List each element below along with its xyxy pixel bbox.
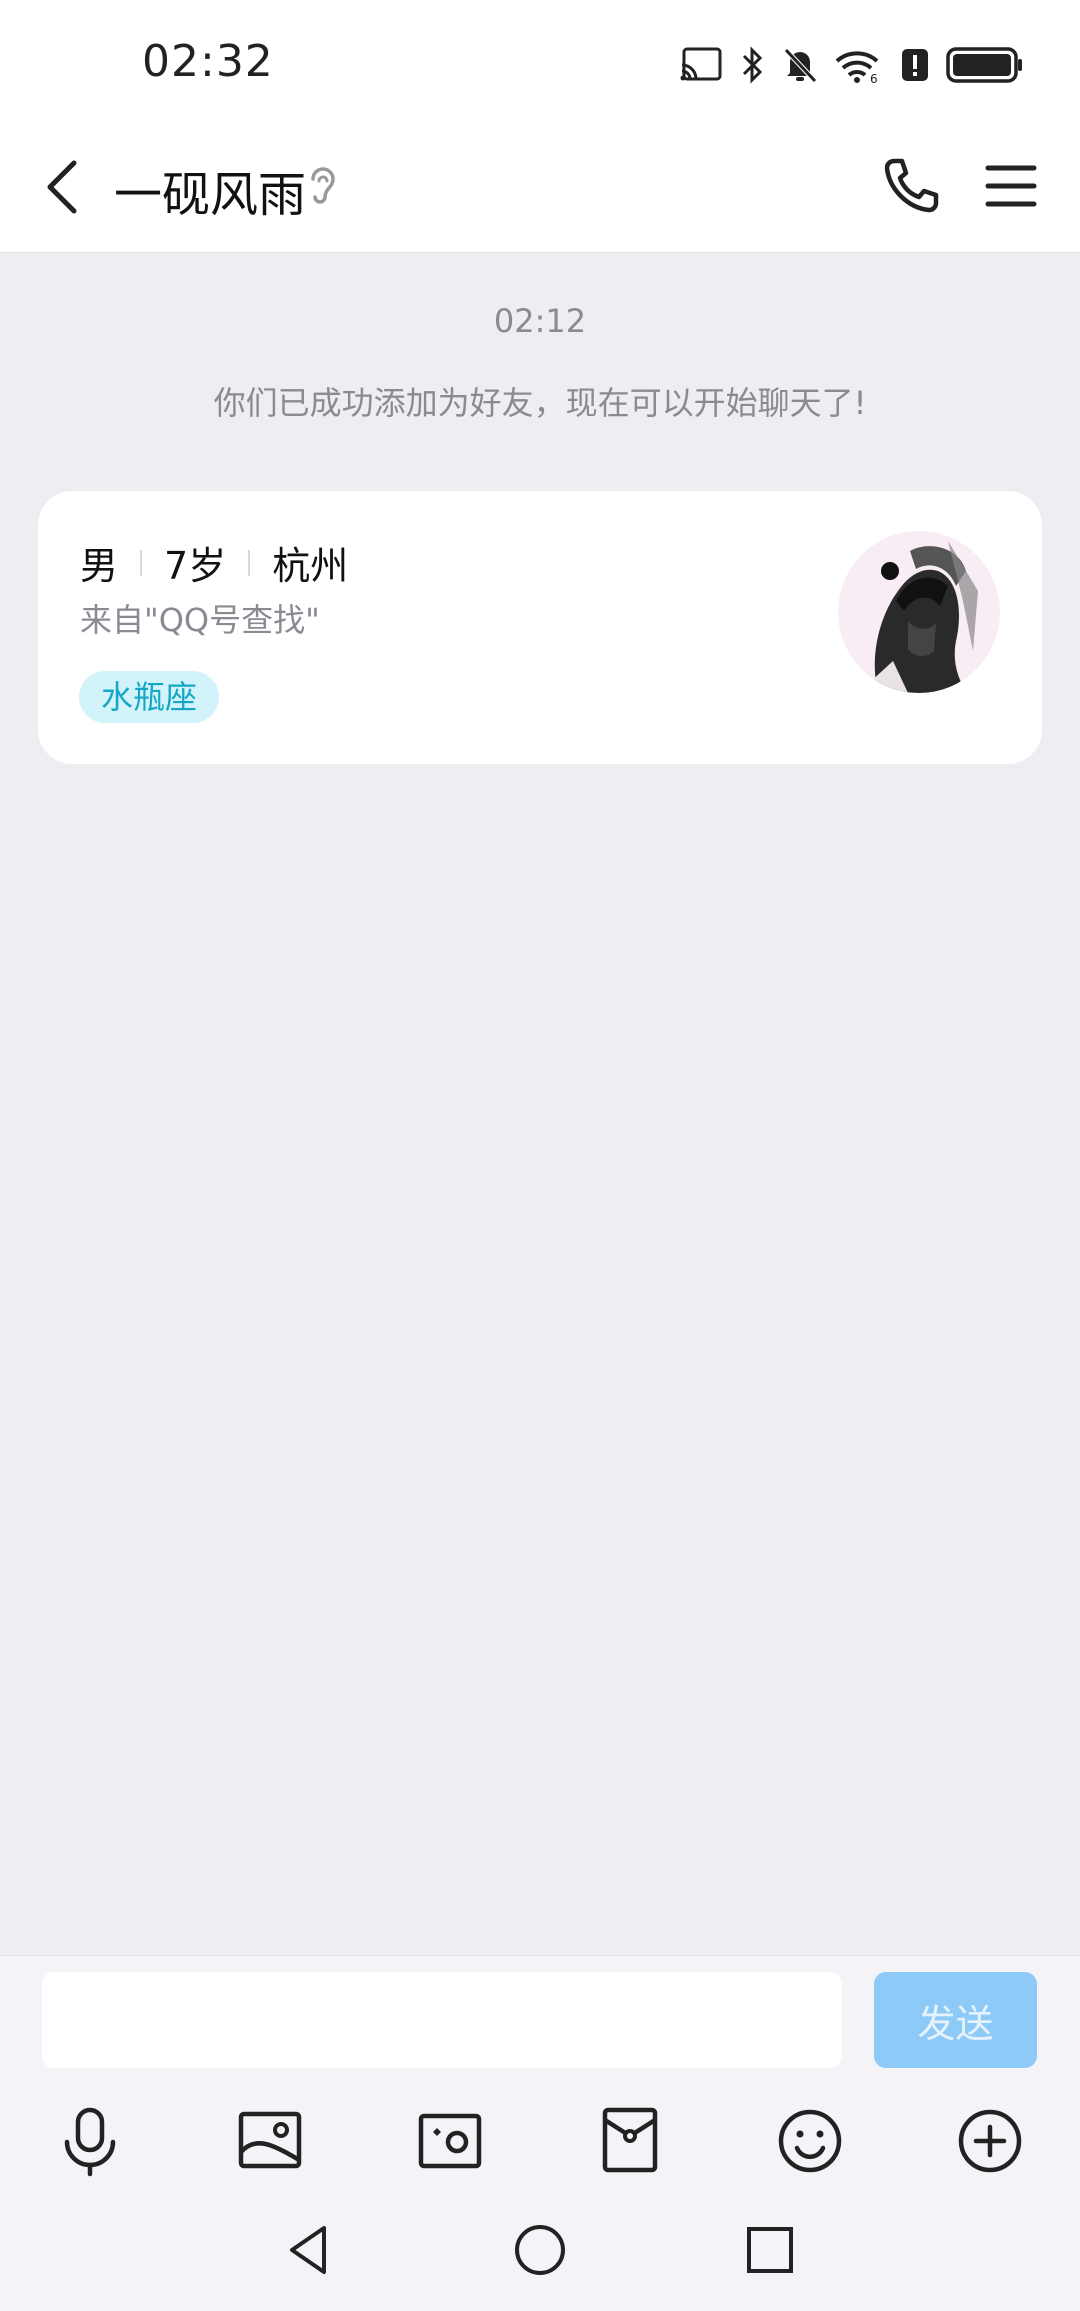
profile-source: 来自"QQ号查找" <box>80 601 320 639</box>
chat-header: 一砚风雨 <box>0 125 1080 253</box>
message-timestamp: 02:12 <box>493 302 587 340</box>
bluetooth-icon <box>742 46 763 84</box>
constellation-tag: 水瓶座 <box>79 671 220 723</box>
profile-info-row: 男 7岁 杭州 <box>80 535 348 590</box>
phone-icon <box>884 158 939 213</box>
status-icons: 6 <box>678 40 1024 90</box>
camera-button[interactable] <box>405 2096 495 2186</box>
nav-home-icon[interactable] <box>510 2220 570 2280</box>
svg-text:6: 6 <box>870 72 878 85</box>
red-packet-button[interactable] <box>585 2096 675 2186</box>
divider <box>248 549 251 576</box>
status-time: 02:32 <box>142 36 274 87</box>
emoji-button[interactable] <box>765 2096 855 2186</box>
nav-recents-icon[interactable] <box>740 2220 800 2280</box>
microphone-icon <box>64 2107 116 2177</box>
cast-icon <box>680 47 722 81</box>
system-message: 你们已成功添加为好友，现在可以开始聊天了! <box>213 384 867 422</box>
mute-bell-icon <box>784 48 817 83</box>
divider <box>140 549 143 576</box>
profile-city: 杭州 <box>272 544 349 588</box>
image-icon <box>238 2111 302 2169</box>
call-button[interactable] <box>876 151 946 221</box>
avatar[interactable] <box>838 531 1000 693</box>
ear-icon[interactable] <box>305 163 341 209</box>
menu-button[interactable] <box>976 151 1046 221</box>
voice-button[interactable] <box>45 2096 135 2186</box>
back-arrow-icon <box>47 160 77 214</box>
message-input[interactable] <box>42 1972 842 2068</box>
battery-icon <box>946 47 1022 83</box>
contact-name[interactable]: 一砚风雨 <box>114 155 306 225</box>
image-button[interactable] <box>225 2096 315 2186</box>
profile-age: 7岁 <box>164 544 227 588</box>
hamburger-menu-icon <box>985 165 1037 207</box>
composer-toolbar <box>0 2096 1080 2186</box>
wifi-icon: 6 <box>835 51 879 85</box>
more-button[interactable] <box>945 2096 1035 2186</box>
system-navigation-bar <box>0 2200 1080 2310</box>
emoji-icon <box>778 2109 842 2173</box>
back-button[interactable] <box>30 151 102 223</box>
camera-icon <box>418 2113 482 2169</box>
status-bar: 02:32 6 <box>0 0 1080 125</box>
send-button[interactable]: 发送 <box>874 1972 1037 2068</box>
profile-card[interactable]: 男 7岁 杭州 来自"QQ号查找" 水瓶座 <box>38 491 1042 764</box>
plus-icon <box>958 2109 1022 2173</box>
profile-gender: 男 <box>80 544 119 588</box>
red-packet-icon <box>602 2107 658 2173</box>
nav-back-icon[interactable] <box>280 2220 340 2280</box>
alert-icon <box>902 49 928 81</box>
